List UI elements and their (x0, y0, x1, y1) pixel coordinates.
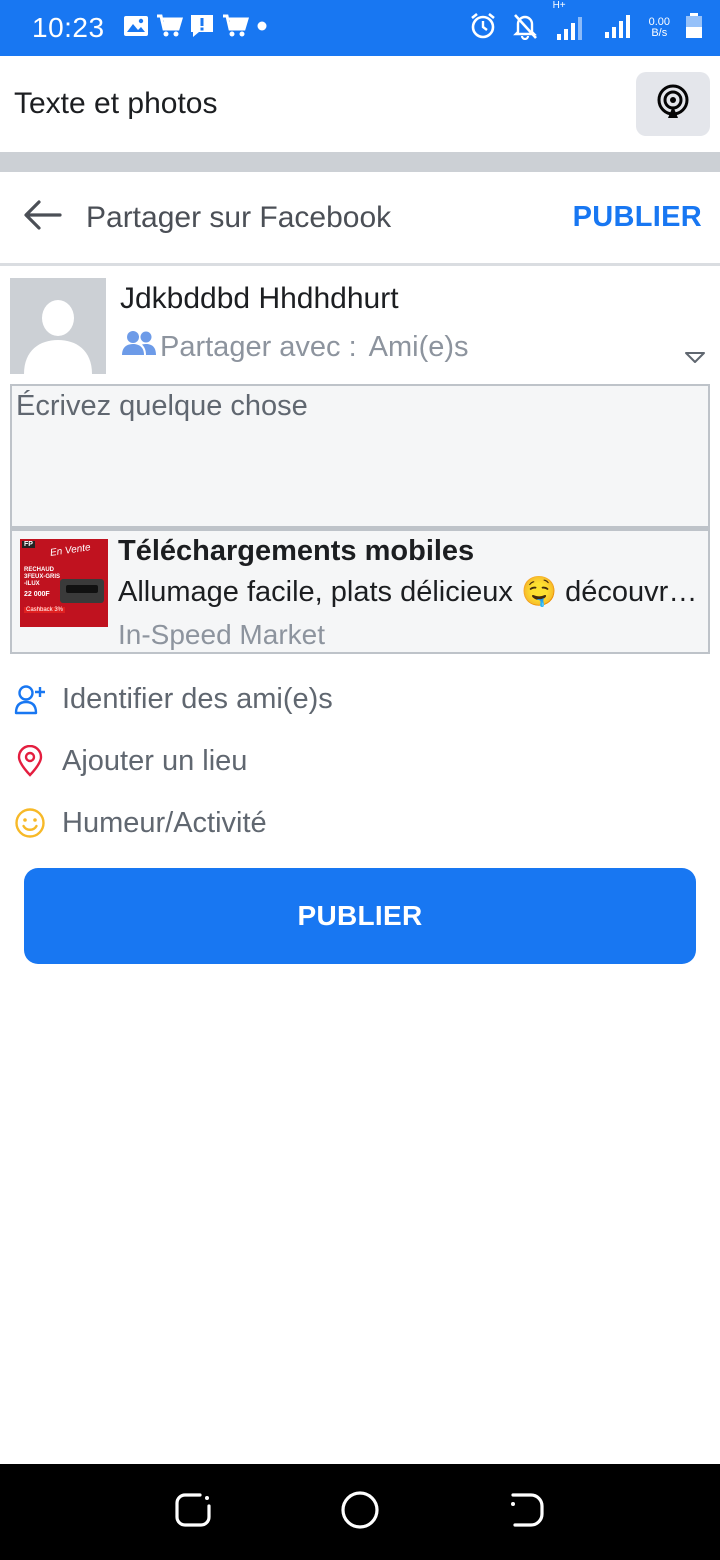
status-bar: 10:23 H+ 0.00 B/s (0, 0, 720, 56)
publish-header-button[interactable]: PUBLIER (573, 201, 702, 234)
home-icon (339, 1489, 381, 1536)
publish-button[interactable]: PUBLIER (24, 868, 696, 964)
share-title: Partager sur Facebook (86, 200, 392, 234)
feeling-activity-label: Humeur/Activité (62, 806, 267, 839)
link-source: In-Speed Market (118, 619, 325, 650)
thumbnail-product: RECHAUD 3FEUX-GRIS -ILUX (24, 567, 61, 587)
thumbnail-price: 22 000F (24, 591, 50, 598)
recents-button[interactable] (163, 1482, 223, 1542)
link-title: Téléchargements mobiles (118, 535, 475, 567)
dot-icon (255, 19, 269, 38)
cart-icon (155, 13, 183, 44)
arrow-left-icon (22, 199, 62, 236)
app-title: Texte et photos (14, 87, 218, 120)
tag-friends-label: Identifier des ami(e)s (62, 682, 333, 715)
share-header: Partager sur Facebook PUBLIER (0, 172, 720, 266)
bell-off-icon (511, 12, 539, 45)
link-description: Allumage facile, plats délicieux 🤤 décou… (118, 576, 698, 608)
header-divider (0, 152, 720, 172)
net-speed: 0.00 B/s (649, 17, 670, 39)
recents-icon (173, 1490, 213, 1535)
audience-label: Partager avec : (160, 330, 357, 363)
back-button[interactable] (0, 171, 84, 265)
home-button[interactable] (330, 1482, 390, 1542)
network-type-label: H+ (552, 0, 566, 11)
notification-icons (123, 13, 269, 44)
user-name: Jdkbddbd Hhdhdhurt (120, 282, 399, 315)
image-icon (123, 15, 149, 42)
signal-icon: H+ (553, 0, 589, 42)
link-thumbnail: FP En Vente RECHAUD 3FEUX-GRIS -ILUX 22 … (20, 539, 108, 627)
broadcast-button[interactable] (636, 72, 710, 136)
signal-icon (603, 12, 635, 45)
tag-friends-row[interactable]: Identifier des ami(e)s (0, 670, 720, 728)
alert-icon (189, 13, 215, 44)
post-text-input[interactable] (12, 386, 708, 526)
friends-icon (122, 330, 156, 364)
link-preview[interactable]: FP En Vente RECHAUD 3FEUX-GRIS -ILUX 22 … (10, 528, 710, 654)
add-location-row[interactable]: Ajouter un lieu (0, 732, 720, 790)
audience-selector[interactable]: Partager avec : Ami(e)s (122, 330, 712, 364)
composer (10, 384, 710, 528)
broadcast-icon (655, 84, 691, 125)
app-header: Texte et photos (0, 56, 720, 152)
back-nav-button[interactable] (497, 1482, 557, 1542)
back-icon (507, 1490, 547, 1535)
thumbnail-brand: En Vente (49, 542, 92, 559)
feeling-activity-row[interactable]: Humeur/Activité (0, 794, 720, 852)
add-location-label: Ajouter un lieu (62, 744, 248, 777)
net-speed-unit: B/s (651, 27, 668, 39)
chevron-down-icon (684, 340, 706, 373)
add-friend-icon (14, 683, 46, 715)
alarm-icon (469, 12, 497, 45)
location-pin-icon (14, 745, 46, 777)
stove-image (60, 579, 104, 603)
avatar (10, 278, 106, 374)
system-nav-bar (0, 1464, 720, 1560)
status-time: 10:23 (32, 12, 105, 43)
cart-icon (221, 13, 249, 44)
thumbnail-badge: FP (22, 541, 35, 548)
audience-value: Ami(e)s (368, 330, 469, 363)
smiley-icon (14, 807, 46, 839)
battery-icon (684, 12, 704, 45)
system-icons: H+ 0.00 B/s (469, 0, 704, 45)
thumbnail-cashback: Cashback 3% (24, 607, 66, 613)
